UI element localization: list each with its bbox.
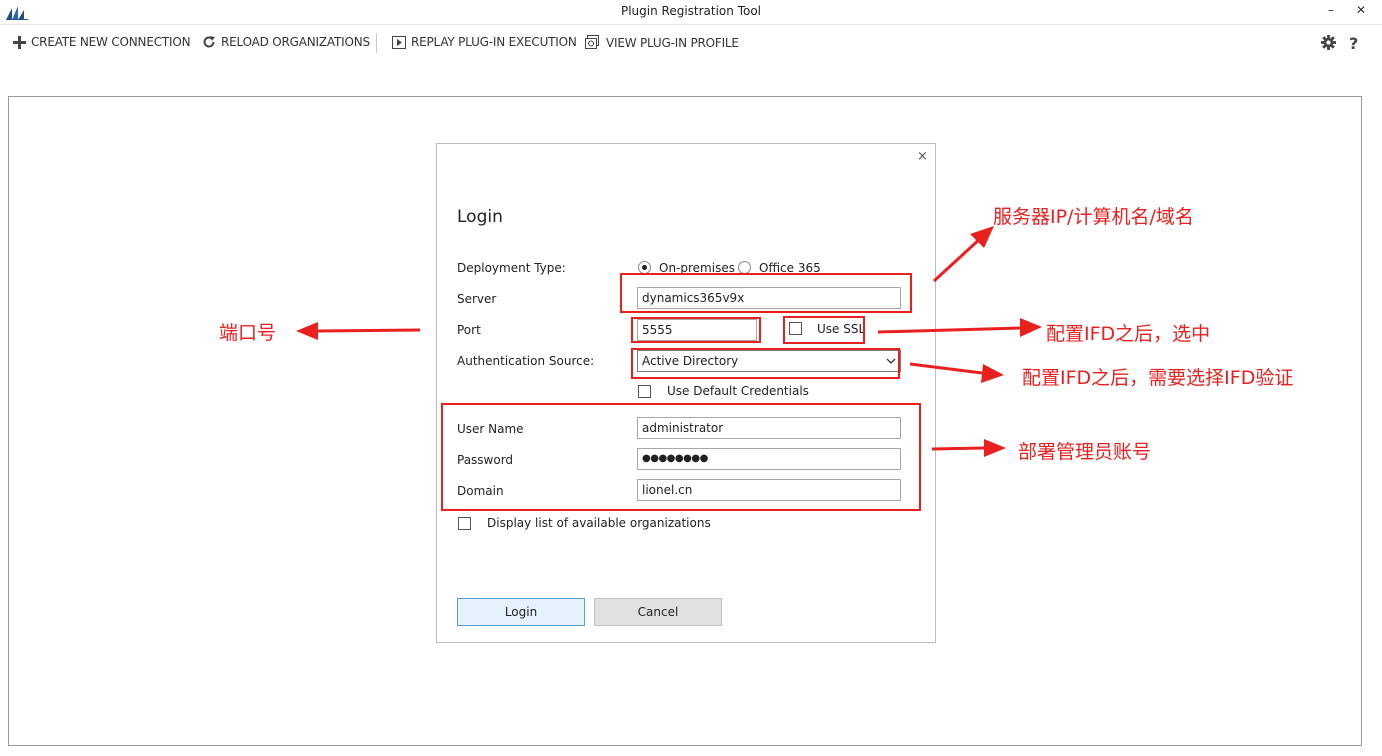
- port-annotation: 端口号: [219, 322, 277, 344]
- ssl-annotation: 配置IFD之后，选中: [1046, 323, 1211, 345]
- server-annotation: 服务器IP/计算机名/域名: [993, 206, 1194, 228]
- credentials-annotation: 部署管理员账号: [1018, 441, 1152, 463]
- auth-annotation: 配置IFD之后，需要选择IFD验证: [1022, 367, 1294, 389]
